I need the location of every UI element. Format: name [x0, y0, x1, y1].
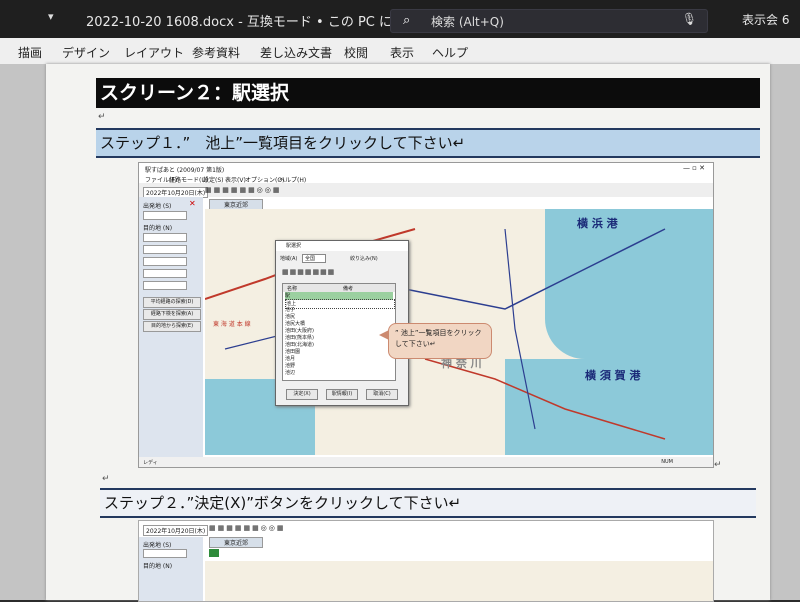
toolbar-icons: ▦▦▦▦▦▦◎◎▦: [205, 186, 282, 194]
embedded-screenshot-1: 駅すぱあと (2009/07 第1版) — ▫ ✕ ファイル(F) 経路モード(…: [138, 162, 714, 468]
search-placeholder: 検索 (Alt+Q): [431, 15, 504, 29]
callout-pointer: [379, 330, 389, 340]
area-label: 地域(A): [280, 256, 298, 262]
app-left-panel: 出発地 (S) ✕ 目的地 (N) 平均経路の探索(D) 経路下検を探索(A) …: [139, 197, 203, 457]
origin-label: 出発地 (S): [143, 203, 172, 210]
document-canvas: スクリーン２：駅選択 ↵ ステップ１．” 池上”一覧項目をクリックして下さい↵ …: [0, 64, 800, 602]
col-note: 備考: [343, 286, 354, 292]
map-label-yokohama-port: 横 浜 港: [577, 217, 618, 230]
map-label-tokaido: 東 海 道 本 線: [213, 321, 251, 328]
station-row: 池辺: [285, 370, 296, 376]
decide-button: 決定(X): [286, 389, 318, 400]
embedded-screenshot-2: 2022年10月20日(木) ▦▦▦▦▦▦◎◎▦ 出発地 (S) 目的地 (N)…: [138, 520, 714, 602]
tab-help[interactable]: ヘルプ: [432, 44, 468, 61]
destination-field-2: [143, 245, 187, 254]
alt-route-button: 経路下検を探索(A): [143, 309, 201, 320]
tab-review[interactable]: 校閲: [344, 44, 368, 61]
destination-field-1: [143, 233, 187, 242]
app-titlebar: 駅すぱあと (2009/07 第1版) — ▫ ✕: [139, 163, 713, 174]
clear-icon: ✕: [189, 199, 196, 208]
page-heading: スクリーン２：駅選択: [96, 78, 760, 108]
search-icon: ⌕: [403, 13, 411, 28]
route-map-2: [205, 561, 713, 601]
destination-field-3: [143, 257, 187, 266]
quick-access-dropdown-icon[interactable]: ▾: [48, 10, 54, 23]
step-1-heading: ステップ１．” 池上”一覧項目をクリックして下さい↵: [96, 128, 760, 158]
app-toolbar: 2022年10月20日(木) ▦▦▦▦▦▦◎◎▦: [139, 183, 713, 198]
station-info-button: 駅情報(I): [326, 389, 358, 400]
tab-design[interactable]: デザイン: [62, 44, 110, 61]
destination-field-4: [143, 269, 187, 278]
station-select-dialog: 駅選択 地域(A) 全国 絞り込み(N) ▦▦▦▦▦▦▦ 名称 備考 駅 池上 …: [275, 240, 409, 406]
destination-label: 目的地 (N): [143, 225, 173, 232]
tab-view[interactable]: 表示: [390, 44, 414, 61]
green-marker: [209, 549, 219, 557]
map-label-yokosuka-port: 横 須 賀 港: [585, 369, 641, 382]
area-select: 全国: [302, 254, 327, 263]
dialog-title: 駅選択: [276, 241, 408, 251]
status-num: NUM: [661, 459, 673, 465]
microphone-icon[interactable]: 🎙: [682, 12, 697, 26]
app-left-panel-2: 出発地 (S) 目的地 (N): [139, 537, 203, 601]
destination-field-5: [143, 281, 187, 290]
step-2-heading: ステップ２．”決定(X)”ボタンをクリックして下さい↵: [100, 488, 756, 518]
search-box[interactable]: ⌕ 検索 (Alt+Q) 🎙: [390, 9, 708, 33]
station-list-header: 名称 備考: [283, 284, 395, 292]
origin-label-2: 出発地 (S): [143, 542, 172, 549]
app-menubar: ファイル(F) 経路モード(U) 設定(S) 表示(V) オプション(O) ヘル…: [139, 173, 713, 184]
cancel-button: 取消(C): [366, 389, 398, 400]
origin-field-2: [143, 549, 187, 558]
window-controls-icon: — ▫ ✕: [682, 164, 705, 172]
display-setting[interactable]: 表示会 6: [742, 11, 789, 28]
tab-layout[interactable]: レイアウト: [124, 44, 184, 61]
document-page[interactable]: スクリーン２：駅選択 ↵ ステップ１．” 池上”一覧項目をクリックして下さい↵ …: [46, 64, 770, 602]
instruction-callout: ” 池上”一覧項目をクリックして下さい↵: [379, 323, 492, 359]
app-date-2: 2022年10月20日(木): [143, 525, 209, 536]
from-destination-button: 目的地から探索(E): [143, 321, 201, 332]
toolbar-icons-2: ▦▦▦▦▦▦◎◎▦: [209, 524, 286, 532]
ribbon-tabs: 描画 デザイン レイアウト 参考資料 差し込み文書 校閲 表示 ヘルプ: [0, 38, 800, 65]
dialog-toolbar-icons: ▦▦▦▦▦▦▦: [282, 268, 336, 276]
filter-checkbox: 絞り込み(N): [350, 256, 378, 262]
callout-text: ” 池上”一覧項目をクリックして下さい↵: [395, 329, 482, 348]
status-ready: レディ: [143, 460, 158, 466]
area-tab-2: 東京近郊: [209, 537, 264, 548]
paragraph-mark: ↵: [102, 474, 110, 484]
app-statusbar: レディ NUM: [139, 457, 713, 467]
col-name: 名称: [287, 286, 298, 292]
destination-label-2: 目的地 (N): [143, 563, 173, 570]
tab-draw[interactable]: 描画: [18, 44, 42, 61]
window-titlebar: ▾ 2022-10-20 1608.docx - 互換モード • この PC に…: [0, 0, 800, 38]
tab-references[interactable]: 参考資料: [192, 44, 240, 61]
search-route-button: 平均経路の探索(D): [143, 297, 201, 308]
paragraph-mark: ↵: [98, 112, 106, 122]
origin-field: [143, 211, 187, 220]
paragraph-mark: ↵: [714, 460, 722, 470]
tab-mailings[interactable]: 差し込み文書: [260, 44, 332, 61]
